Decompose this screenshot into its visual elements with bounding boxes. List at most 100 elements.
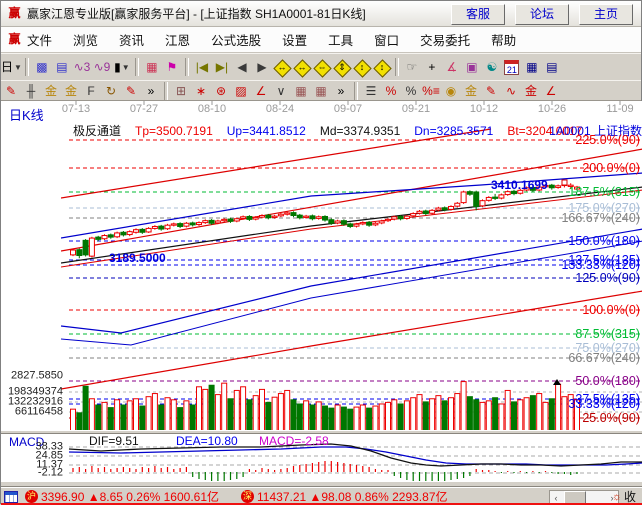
info-panel-icon[interactable]: ▤: [52, 58, 72, 77]
menu-item-8[interactable]: 交易委托: [420, 30, 470, 49]
expand-x-icon[interactable]: ↔: [292, 58, 312, 77]
indicator-3-icon[interactable]: ∿3: [72, 58, 92, 77]
gann-up: Up=3441.8512: [227, 124, 306, 138]
candle-pen-icon[interactable]: ✎: [481, 81, 501, 100]
menu-items: 文件 浏览 资讯 江恩 公式选股 设置 工具 窗口 交易委托 帮助: [27, 30, 537, 49]
percent-levels-icon[interactable]: %≡: [421, 81, 441, 100]
home-button[interactable]: 主页: [579, 4, 633, 25]
crosshair-icon[interactable]: +: [422, 58, 442, 77]
gann-box-icon[interactable]: ▦: [142, 58, 162, 77]
toolbar-separator: [395, 58, 399, 76]
kline-period-button[interactable]: 日▼: [1, 58, 22, 77]
date-tick-label: 07-27: [130, 104, 158, 115]
percent-retrace-icon[interactable]: %: [381, 81, 401, 100]
screener-flag-icon[interactable]: ⚑: [162, 58, 182, 77]
measure-pen-icon[interactable]: ✎: [121, 81, 141, 100]
candle-style-button[interactable]: ▮▼: [112, 58, 132, 77]
menu-item-6[interactable]: 工具: [328, 30, 353, 49]
grid-large-icon[interactable]: ▦: [311, 81, 331, 100]
gann-tp: Tp=3500.7191: [135, 124, 213, 138]
nav-prev-button[interactable]: ◀: [232, 58, 252, 77]
nav-first-button[interactable]: |◀: [192, 58, 212, 77]
forum-button[interactable]: 论坛: [515, 4, 569, 25]
nav-next-button[interactable]: ▶: [252, 58, 272, 77]
menu-item-7[interactable]: 窗口: [374, 30, 399, 49]
gann-md: Md=3374.9351: [320, 124, 400, 138]
more-tools2-button[interactable]: »: [331, 81, 351, 100]
gold-circle-icon[interactable]: ◉: [441, 81, 461, 100]
trend-pen-icon[interactable]: ✎: [1, 81, 21, 100]
date-tick-label: 09-21: [402, 104, 430, 115]
gann-tool-name: 极反通道: [73, 124, 121, 138]
angle-measure-icon[interactable]: ∡: [442, 58, 462, 77]
date-tick-label: 10-12: [470, 104, 498, 115]
price-annotation: 3189.5000: [109, 251, 166, 265]
gann-channel-header: 极反通道 Tp=3500.7191 Up=3441.8512 Md=3374.9351…: [73, 122, 596, 139]
angle-line-icon[interactable]: ∠: [251, 81, 271, 100]
compress-x-icon[interactable]: ↔: [272, 58, 292, 77]
expand-y-icon[interactable]: ⇕: [332, 58, 352, 77]
date-tick-label: 07-13: [62, 104, 90, 115]
zigzag-icon[interactable]: ∨: [271, 81, 291, 100]
grid-small-icon[interactable]: ▦: [291, 81, 311, 100]
menu-item-4[interactable]: 公式选股: [211, 30, 261, 49]
percent-level-label: 33.33%(120): [568, 398, 640, 411]
percent-icon[interactable]: %: [401, 81, 421, 100]
gold-levels-icon[interactable]: 金: [461, 81, 481, 100]
percent-level-label: 66.67%(240): [568, 352, 640, 365]
nav-last-button[interactable]: ▶|: [212, 58, 232, 77]
macd-dif-value: DIF=9.51: [89, 434, 139, 448]
more-tools-button[interactable]: »: [141, 81, 161, 100]
toolbar-separator: [185, 58, 189, 76]
calendar-icon[interactable]: 21: [502, 58, 522, 77]
hand-tool-icon[interactable]: ☞: [402, 58, 422, 77]
status-calendar-icon[interactable]: [4, 491, 18, 503]
angle-steep-icon[interactable]: ∠: [541, 81, 561, 100]
shenzhen-icon[interactable]: 深: [241, 490, 254, 503]
percent-level-label: 133.33%(120): [561, 259, 640, 272]
tile-windows-icon[interactable]: ▩: [32, 58, 52, 77]
toolbar-separator: [354, 82, 358, 100]
antenna-icon: ☼: [612, 491, 622, 503]
gann-circle-icon[interactable]: ⊛: [211, 81, 231, 100]
macd-scale-label: -2.12: [1, 468, 63, 479]
compress-all-icon[interactable]: ↕: [372, 58, 392, 77]
blocks-icon[interactable]: ▣: [462, 58, 482, 77]
price-annotation: 3410.1699: [491, 178, 548, 192]
fib-f-icon[interactable]: F: [81, 81, 101, 100]
menu-item-5[interactable]: 设置: [282, 30, 307, 49]
title-bar: 赢 赢家江恩专业版[赢家服务平台] - [上证指数 SH1A0001-81日K线…: [1, 1, 641, 27]
service-button[interactable]: 客服: [451, 4, 505, 25]
menu-item-1[interactable]: 浏览: [73, 30, 98, 49]
indicator-9-icon[interactable]: ∿9: [92, 58, 112, 77]
menu-item-0[interactable]: 文件: [27, 30, 52, 49]
pane-label: 日K线: [9, 109, 44, 122]
scroll-left-arrow[interactable]: ‹: [550, 492, 562, 504]
volume-scale-label: 66116458: [1, 407, 63, 418]
smart-brain-icon[interactable]: ☯: [482, 58, 502, 77]
expand-all-icon[interactable]: ↕: [352, 58, 372, 77]
shanghai-icon[interactable]: 沪: [25, 490, 38, 503]
gann-square-icon[interactable]: ▨: [231, 81, 251, 100]
menu-item-9[interactable]: 帮助: [491, 30, 516, 49]
toolbar-separator: [135, 58, 139, 76]
menu-item-3[interactable]: 江恩: [165, 30, 190, 49]
percent-level-label: 25.0%(90): [582, 412, 640, 425]
menu-item-2[interactable]: 资讯: [119, 30, 144, 49]
notebook-icon[interactable]: ▤: [542, 58, 562, 77]
gold-price-icon[interactable]: 金: [521, 81, 541, 100]
gold-ratio-icon[interactable]: 金: [41, 81, 61, 100]
compress-y-icon[interactable]: ⇔: [312, 58, 332, 77]
gann-fan-icon[interactable]: ∗: [191, 81, 211, 100]
date-tick-label: 08-24: [266, 104, 294, 115]
calculator-icon[interactable]: ▦: [522, 58, 542, 77]
wave-tool-icon[interactable]: ∿: [501, 81, 521, 100]
gold-ratio2-icon[interactable]: 金: [61, 81, 81, 100]
price-ruler-icon[interactable]: ☰: [361, 81, 381, 100]
chart-area[interactable]: 日K线 07-1307-2708-1008-2409-0709-2110-121…: [1, 101, 642, 487]
percent-level-label: 50.0%(180): [575, 375, 640, 388]
spiral-icon[interactable]: ↻: [101, 81, 121, 100]
box-select-icon[interactable]: ⊞: [171, 81, 191, 100]
gann-grid-icon[interactable]: ╫: [21, 81, 41, 100]
marker-triangle-icon: [553, 379, 561, 385]
